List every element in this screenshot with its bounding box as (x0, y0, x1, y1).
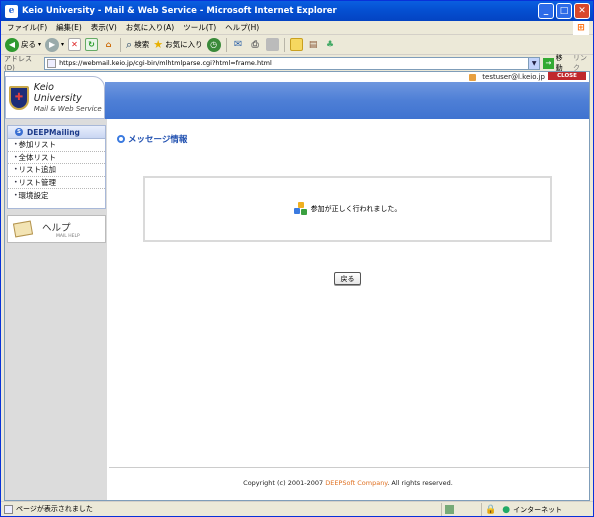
favorites-label: お気に入り (165, 40, 203, 49)
browser-window: e Keio University - Mail & Web Service -… (0, 0, 594, 517)
go-arrow-icon: → (543, 57, 554, 69)
address-label: アドレス(D) (4, 55, 32, 72)
menu-file[interactable]: ファイル(F) (7, 22, 47, 33)
sidebar-title: DEEPMailing (27, 127, 80, 137)
back-button[interactable]: 戻る (334, 272, 361, 285)
main-panel: メッセージ情報 参加が正しく行われました。 戻る Copyright (c) 2… (107, 119, 589, 500)
minimize-button[interactable]: _ (538, 3, 554, 19)
status-bar: ページが表示されました 🔒 ● インターネット (1, 501, 593, 516)
sidebar-item-add-list[interactable]: リスト追加 (8, 164, 105, 177)
status-text: ページが表示されました (16, 505, 93, 513)
header: testuser@l.keio.jp CLOSE ✚ Keio Universi… (5, 72, 589, 119)
page-title-text: メッセージ情報 (128, 135, 188, 145)
company-link[interactable]: DEEPSoft Company (325, 479, 387, 487)
go-label: 移動 (555, 54, 563, 72)
title-bar: e Keio University - Mail & Web Service -… (1, 1, 593, 21)
refresh-icon[interactable]: ↻ (85, 38, 99, 51)
messenger-icon[interactable]: ♣ (324, 38, 337, 51)
back-nav-label: 戻る (21, 40, 36, 49)
user-bar: testuser@l.keio.jp CLOSE (105, 72, 589, 82)
sidebar-item-settings[interactable]: 環境設定 (8, 189, 105, 202)
sidebar-item-manage-list[interactable]: リスト管理 (8, 177, 105, 189)
user-icon (469, 73, 477, 81)
circle-bullet-icon (117, 135, 125, 143)
stop-icon[interactable]: ✕ (68, 38, 82, 51)
logo-title: Keio University (33, 82, 82, 104)
ie-logo-icon: e (5, 4, 18, 18)
history-icon[interactable]: ◷ (206, 37, 221, 52)
close-session-button[interactable]: CLOSE (548, 72, 586, 80)
chevron-down-icon: ▾ (61, 41, 65, 48)
recycle-icon (293, 202, 308, 216)
page-content: testuser@l.keio.jp CLOSE ✚ Keio Universi… (4, 71, 590, 501)
mail-icon[interactable]: ✉ (232, 38, 245, 51)
rights-text: . All rights reserved. (387, 479, 453, 487)
edit-icon[interactable] (265, 38, 279, 51)
progress-icon (445, 505, 454, 514)
footer: Copyright (c) 2001-2007 DEEPSoft Company… (107, 479, 589, 487)
chevron-down-icon: ▾ (38, 41, 42, 48)
toolbar-divider (225, 37, 227, 52)
sidebar: S DEEPMailing 参加リスト 全体リスト リスト追加 リスト管理 環境… (5, 119, 107, 500)
sidebar-header: S DEEPMailing (8, 126, 105, 139)
sidebar-item-join-list[interactable]: 参加リスト (8, 139, 105, 152)
deepmailing-icon: S (15, 128, 23, 136)
discuss-icon[interactable] (289, 38, 303, 51)
search-label: 検索 (134, 40, 150, 49)
favorites-button[interactable]: ★ お気に入り (153, 38, 202, 51)
address-bar: アドレス(D) https://webmail.keio.jp/cgi-bin/… (1, 53, 593, 73)
help-subtitle: MAIL HELP (56, 233, 80, 239)
forward-nav-button[interactable]: ▶ ▾ (45, 37, 65, 52)
footer-divider (109, 467, 589, 468)
toolbar-divider (283, 37, 285, 52)
keio-logo: ✚ Keio University Mail & Web Service (5, 76, 105, 119)
page-icon (47, 58, 57, 68)
deepmailing-panel: S DEEPMailing 参加リスト 全体リスト リスト追加 リスト管理 環境… (7, 125, 106, 209)
book-icon (12, 220, 34, 238)
help-title: ヘルプ (42, 222, 71, 234)
page-status-icon (4, 504, 13, 514)
message-text: 参加が正しく行われました。 (310, 205, 402, 213)
close-window-button[interactable]: ✕ (574, 3, 590, 19)
menu-favorites[interactable]: お気に入り(A) (126, 22, 174, 33)
forward-arrow-icon: ▶ (45, 37, 60, 52)
zone-text: インターネット (513, 505, 563, 514)
logo-subtitle: Mail & Web Service (33, 105, 102, 113)
help-link[interactable]: ヘルプ MAIL HELP (7, 215, 106, 243)
menu-help[interactable]: ヘルプ(H) (225, 22, 259, 33)
sidebar-item-all-list[interactable]: 全体リスト (8, 152, 105, 164)
address-url: https://webmail.keio.jp/cgi-bin/mlhtmlpa… (59, 59, 272, 67)
header-banner (105, 82, 589, 119)
search-button[interactable]: ⌕ 検索 (126, 38, 149, 52)
copyright-text: Copyright (c) 2001-2007 (243, 479, 326, 487)
toolbar: ◀ 戻る ▾ ▶ ▾ ✕ ↻ ⌂ ⌕ 検索 ★ お気に入り ◷ ✉ ⎙ ▤ ♣ (1, 35, 593, 55)
back-arrow-icon: ◀ (5, 37, 19, 52)
status-cell (441, 503, 481, 516)
maximize-button[interactable]: □ (556, 3, 572, 19)
address-dropdown-icon[interactable]: ▼ (528, 57, 540, 69)
user-email: testuser@l.keio.jp (482, 73, 545, 81)
print-icon[interactable]: ⎙ (249, 38, 262, 51)
links-button[interactable]: リンク (573, 53, 593, 73)
research-icon[interactable]: ▤ (307, 38, 320, 51)
menu-edit[interactable]: 編集(E) (56, 22, 82, 33)
search-icon: ⌕ (126, 37, 133, 51)
address-input[interactable]: https://webmail.keio.jp/cgi-bin/mlhtmlpa… (44, 56, 541, 70)
globe-icon: ● (502, 504, 511, 515)
menu-bar: ファイル(F) 編集(E) 表示(V) お気に入り(A) ツール(T) ヘルプ(… (1, 21, 593, 35)
back-nav-button[interactable]: ◀ 戻る ▾ (5, 37, 42, 52)
page-title: メッセージ情報 (117, 133, 187, 145)
keio-crest-icon: ✚ (9, 85, 29, 110)
toolbar-divider (120, 37, 122, 52)
go-button[interactable]: → 移動 (543, 53, 569, 73)
lock-icon: 🔒 (485, 504, 497, 515)
menu-view[interactable]: 表示(V) (91, 22, 117, 33)
home-icon[interactable]: ⌂ (102, 38, 115, 51)
zone-cell: 🔒 ● インターネット (481, 503, 593, 516)
menu-tools[interactable]: ツール(T) (183, 22, 216, 33)
window-title: Keio University - Mail & Web Service - M… (22, 6, 337, 16)
windows-flag-icon: ⊞ (573, 21, 589, 35)
message-box: 参加が正しく行われました。 (143, 176, 552, 242)
star-icon: ★ (153, 38, 164, 51)
